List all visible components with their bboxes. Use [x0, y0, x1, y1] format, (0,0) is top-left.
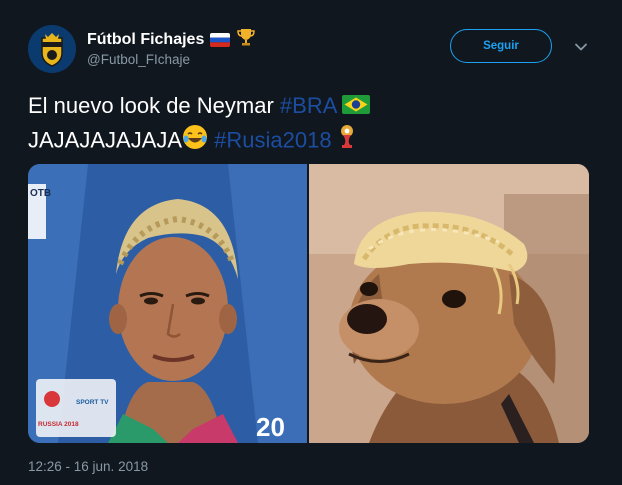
left-overlay-top-text: OTB: [30, 188, 51, 199]
club-crest-icon: [28, 25, 76, 73]
trophy-icon: [236, 27, 256, 52]
left-overlay-bottom-text: 20: [256, 412, 285, 442]
left-channel-text: SPORT TV: [76, 399, 109, 406]
tweet-text-part1: El nuevo look de Neymar: [28, 93, 280, 118]
laughing-emoji-icon: [182, 124, 208, 159]
avatar[interactable]: [28, 25, 76, 73]
brazil-flag-icon: [342, 91, 371, 123]
chevron-down-icon[interactable]: [574, 40, 588, 54]
follow-button[interactable]: Seguir: [450, 29, 552, 63]
account-name-row: Fútbol Fichajes: [87, 27, 256, 52]
russia-flag-icon: [210, 32, 231, 47]
world-cup-trophy-icon: [338, 123, 356, 160]
tweet-text: El nuevo look de Neymar #BRA JAJAJAJAJAJ…: [28, 90, 588, 160]
media-image-dog[interactable]: [309, 164, 589, 443]
media-image-neymar[interactable]: OTB RUSSIA 2018 SPORT TV 20: [28, 164, 307, 443]
tweet-text-part2: JAJAJAJAJAJA: [28, 127, 183, 153]
hashtag-rusia2018[interactable]: #Rusia2018: [214, 128, 331, 153]
tweet-timestamp[interactable]: 12:26 - 16 jun. 2018: [28, 459, 148, 474]
tweet-media[interactable]: OTB RUSSIA 2018 SPORT TV 20: [28, 164, 589, 443]
left-badge-text: RUSSIA 2018: [38, 421, 79, 428]
display-name[interactable]: Fútbol Fichajes: [87, 31, 204, 49]
hashtag-bra[interactable]: #BRA: [280, 93, 336, 118]
account-handle[interactable]: @Futbol_FIchaje: [87, 52, 190, 67]
